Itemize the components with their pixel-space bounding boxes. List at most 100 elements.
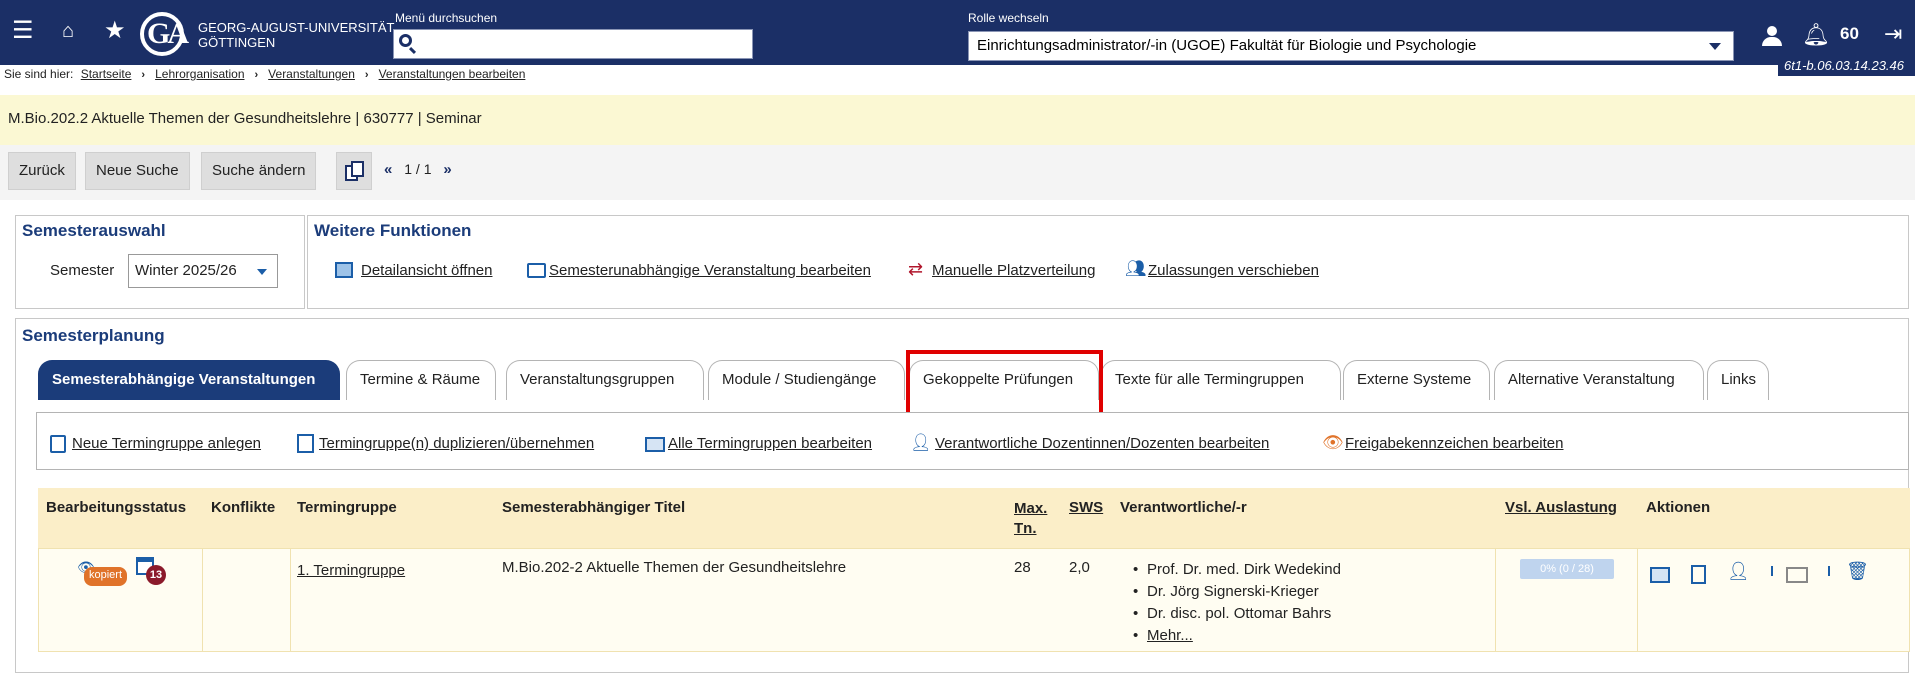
link-zulassungen-verschieben[interactable]: Zulassungen verschieben [1148, 262, 1319, 279]
table-header [38, 488, 1910, 548]
cell-max-tn: 28 [1014, 559, 1031, 576]
col-auslastung[interactable]: Vsl. Auslastung [1505, 499, 1617, 516]
course-title-bar: M.Bio.202.2 Aktuelle Themen der Gesundhe… [0, 95, 1915, 145]
tab-highlight-box [906, 350, 1103, 420]
pager: « 1 / 1 » [384, 161, 452, 178]
tab-externe-systeme[interactable]: Externe Systeme [1343, 360, 1490, 400]
chevron-right-icon: › [364, 69, 369, 81]
semester-select-value: Winter 2025/26 [135, 262, 237, 279]
breadcrumb-item-startseite[interactable]: Startseite [81, 67, 132, 81]
chevron-down-icon [1709, 43, 1721, 50]
list-item: Dr. disc. pol. Ottomar Bahrs [1133, 603, 1341, 625]
col-max-tn-line2: Tn. [1014, 520, 1037, 537]
breadcrumb-item-veranstaltungen-bearbeiten[interactable]: Veranstaltungen bearbeiten [379, 67, 526, 81]
university-name-line1: GEORG-AUGUST-UNIVERSITÄT [198, 20, 395, 35]
session-counter: 60 [1840, 24, 1859, 43]
version-label: 6t1-b.06.03.14.23.46 [1778, 56, 1915, 76]
link-termingruppen-duplizieren[interactable]: Termingruppe(n) duplizieren/übernehmen [319, 435, 594, 452]
role-select[interactable]: Einrichtungsadministrator/-in (UGOE) Fak… [968, 31, 1734, 61]
tab-module-studiengaenge[interactable]: Module / Studiengänge [708, 360, 905, 400]
tab-links[interactable]: Links [1707, 360, 1769, 400]
chevron-down-icon [257, 269, 267, 275]
copy-button[interactable] [336, 152, 372, 190]
col-max-tn[interactable]: Max. Tn. [1014, 499, 1047, 539]
tab-termine-raeume[interactable]: Termine & Räume [346, 360, 496, 400]
semesterauswahl-title: Semesterauswahl [22, 221, 166, 240]
col-bearbeitungsstatus: Bearbeitungsstatus [46, 499, 187, 516]
cell-termingruppe[interactable]: 1. Termingruppe [297, 562, 405, 579]
breadcrumb-item-lehrorganisation[interactable]: Lehrorganisation [155, 67, 244, 81]
pager-value: 1 / 1 [404, 161, 432, 177]
tab-semesterabhaengige-veranstaltungen[interactable]: Semesterabhängige Veranstaltungen [38, 360, 340, 400]
bell-icon[interactable]: 🔔︎ [1802, 22, 1830, 48]
eye-icon: 👁︎ [1322, 433, 1344, 452]
list-item: Dr. Jörg Signerski-Krieger [1133, 581, 1341, 603]
semester-select[interactable]: Winter 2025/26 [128, 254, 278, 288]
camera-off-icon[interactable] [1786, 567, 1808, 583]
auslastung-bar: 0% (0 / 28) [1520, 559, 1614, 579]
col-verantwortliche: Verantwortliche/-r [1120, 499, 1247, 516]
chevron-right-icon: › [254, 69, 259, 81]
role-label: Rolle wechseln [968, 11, 1049, 25]
link-detailansicht[interactable]: Detailansicht öffnen [361, 262, 492, 279]
home-icon[interactable]: ⌂ [62, 21, 74, 41]
count-badge: 13 [146, 565, 166, 585]
col-sws[interactable]: SWS [1069, 499, 1103, 516]
edit-table-icon[interactable] [1650, 567, 1670, 583]
status-badge: kopiert [84, 567, 128, 586]
tab-texte-fuer-alle-termingruppen[interactable]: Texte für alle Termingruppen [1101, 360, 1341, 400]
column-divider [290, 548, 291, 652]
column-divider [202, 548, 203, 652]
separator [1771, 566, 1773, 576]
next-icon[interactable]: » [443, 161, 451, 178]
column-divider [1495, 548, 1496, 652]
table-icon [645, 437, 665, 452]
weitere-funktionen-title: Weitere Funktionen [314, 221, 472, 240]
document-icon[interactable] [1691, 565, 1706, 584]
breadcrumb: Sie sind hier: Startseite › Lehrorganisati… [4, 67, 525, 81]
separator [1828, 566, 1830, 576]
more-link[interactable]: Mehr... [1133, 625, 1341, 647]
cell-verantwortliche: Prof. Dr. med. Dirk Wedekind Dr. Jörg Si… [1133, 559, 1341, 647]
university-name[interactable]: GEORG-AUGUST-UNIVERSITÄT GÖTTINGEN [198, 20, 394, 50]
semesterplanung-title: Semesterplanung [22, 326, 165, 345]
link-manuelle-platzverteilung[interactable]: Manuelle Platzverteilung [932, 262, 1095, 279]
trash-icon[interactable]: 🗑︎ [1846, 561, 1869, 582]
cell-titel: M.Bio.202-2 Aktuelle Themen der Gesundhe… [502, 559, 847, 576]
role-select-value: Einrichtungsadministrator/-in (UGOE) Fak… [977, 37, 1477, 54]
link-neue-termingruppe[interactable]: Neue Termingruppe anlegen [72, 435, 261, 452]
menu-icon[interactable]: ☰ [12, 19, 34, 43]
user-star-icon: 👤︎ [910, 433, 932, 452]
semester-label: Semester [50, 262, 115, 279]
users-move-icon: 👥︎ [1125, 259, 1147, 278]
chevron-right-icon: › [141, 69, 146, 81]
col-titel: Semesterabhängiger Titel [502, 499, 686, 516]
detail-view-icon [335, 262, 353, 278]
new-search-button[interactable]: Neue Suche [85, 152, 190, 190]
breadcrumb-item-veranstaltungen[interactable]: Veranstaltungen [268, 67, 355, 81]
user-edit-icon[interactable]: 👤︎ [1727, 561, 1750, 582]
link-verantwortliche-dozenten-bearbeiten[interactable]: Verantwortliche Dozentinnen/Dozenten bea… [935, 435, 1269, 452]
change-search-button[interactable]: Suche ändern [201, 152, 317, 190]
menu-search-label: Menü durchsuchen [395, 11, 498, 25]
tab-veranstaltungsgruppen[interactable]: Veranstaltungsgruppen [506, 360, 704, 400]
previous-icon[interactable]: « [384, 161, 392, 178]
col-aktionen: Aktionen [1646, 499, 1711, 516]
menu-search-input[interactable] [393, 29, 753, 59]
weitere-funktionen-panel [307, 215, 1909, 309]
logout-icon[interactable]: ⇥ [1884, 21, 1902, 47]
col-max-tn-line1: Max. [1014, 500, 1048, 517]
list-item: Prof. Dr. med. Dirk Wedekind [1133, 559, 1341, 581]
book-icon [527, 263, 546, 278]
back-button[interactable]: Zurück [8, 152, 76, 190]
university-name-line2: GÖTTINGEN [198, 35, 276, 50]
star-icon[interactable]: ★ [104, 19, 126, 43]
link-alle-termingruppen-bearbeiten[interactable]: Alle Termingruppen bearbeiten [668, 435, 872, 452]
duplicate-icon [297, 434, 314, 453]
top-bar: ☰ ⌂ ★ GA GEORG-AUGUST-UNIVERSITÄT GÖTTIN… [0, 0, 1915, 65]
link-semesterunabhaengige-veranstaltung[interactable]: Semesterunabhängige Veranstaltung bearbe… [549, 262, 871, 279]
link-freigabekennzeichen-bearbeiten[interactable]: Freigabekennzeichen bearbeiten [1345, 435, 1564, 452]
cell-sws: 2,0 [1069, 559, 1090, 576]
tab-alternative-veranstaltung[interactable]: Alternative Veranstaltung [1494, 360, 1704, 400]
search-icon [399, 34, 412, 47]
